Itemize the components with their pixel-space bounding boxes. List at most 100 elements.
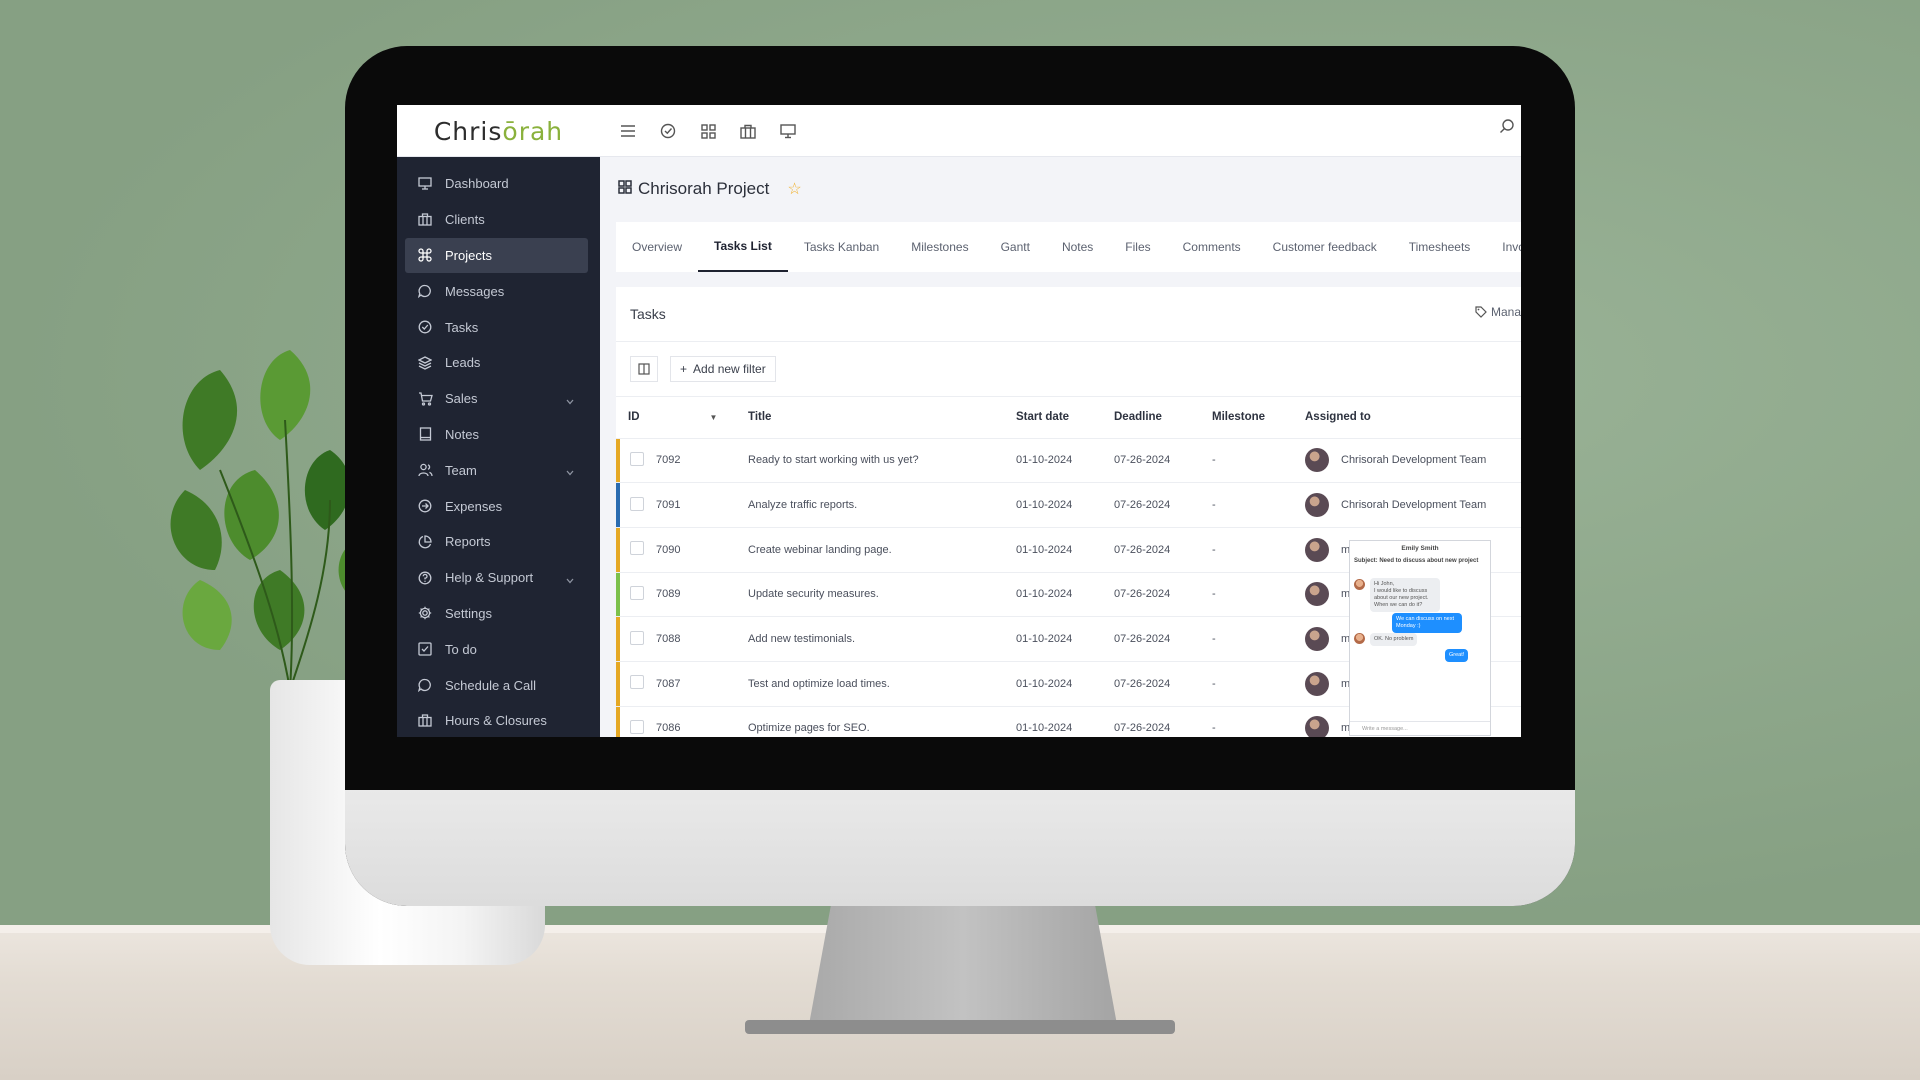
task-title[interactable]: Optimize pages for SEO.	[748, 706, 1016, 737]
sidebar-item-leads[interactable]: Leads	[405, 345, 588, 381]
monitor-icon[interactable]	[775, 118, 801, 144]
add-filter-button[interactable]: + Add new filter	[670, 356, 776, 382]
menu-icon[interactable]	[615, 118, 641, 144]
plus-icon: +	[680, 362, 688, 376]
sidebar-item-hours-closures[interactable]: Hours & Closures	[405, 703, 588, 737]
briefcase-icon	[417, 212, 433, 228]
chat-message-input[interactable]: Write a message...	[1350, 721, 1490, 735]
task-start-date: 01-10-2024	[1016, 482, 1114, 528]
tab-gantt[interactable]: Gantt	[985, 222, 1046, 272]
row-checkbox[interactable]	[630, 451, 644, 466]
task-title[interactable]: Update security measures.	[748, 572, 1016, 618]
row-checkbox[interactable]	[630, 541, 644, 556]
task-title[interactable]: Ready to start working with us yet?	[748, 438, 1016, 484]
briefcase-icon[interactable]	[735, 118, 761, 144]
row-checkbox[interactable]	[630, 585, 644, 600]
sidebar-item-clients[interactable]: Clients	[405, 202, 588, 238]
tab-comments[interactable]: Comments	[1167, 222, 1257, 272]
sidebar-item-notes[interactable]: Notes	[405, 417, 588, 453]
sidebar-item-projects[interactable]: Projects	[405, 237, 588, 274]
chevron-down-icon[interactable]	[566, 572, 576, 584]
sidebar-item-label: Reports	[445, 534, 491, 550]
avatar[interactable]	[1305, 671, 1329, 696]
tab-notes[interactable]: Notes	[1046, 222, 1109, 272]
avatar[interactable]	[1305, 627, 1329, 652]
task-id[interactable]: 7091	[651, 482, 748, 528]
task-start-date: 01-10-2024	[1016, 438, 1114, 484]
tab-tasks-list[interactable]: Tasks List	[698, 222, 788, 272]
row-checkbox[interactable]	[630, 675, 644, 690]
avatar[interactable]	[1305, 537, 1329, 562]
sidebar-item-label: Help & Support	[445, 570, 534, 586]
tab-timesheets[interactable]: Timesheets	[1393, 222, 1487, 272]
chevron-down-icon[interactable]	[566, 393, 576, 405]
row-checkbox[interactable]	[630, 496, 644, 511]
avatar[interactable]	[1305, 493, 1329, 518]
sidebar-item-messages[interactable]: Messages	[405, 273, 588, 309]
search-icon[interactable]	[1499, 118, 1521, 144]
column-header-id[interactable]: ID ▼	[620, 397, 748, 439]
tab-invoices[interactable]: Invoices	[1486, 222, 1521, 272]
tab-overview[interactable]: Overview	[616, 222, 698, 272]
logo-text: Chris	[433, 116, 503, 146]
task-title[interactable]: Create webinar landing page.	[748, 527, 1016, 573]
task-assignee[interactable]: Chrisorah Development Team	[1341, 499, 1486, 511]
sidebar-item-sales[interactable]: Sales	[405, 381, 588, 417]
sidebar-item-label: Settings	[445, 605, 492, 621]
avatar[interactable]	[1305, 716, 1329, 737]
column-header-id-label: ID	[628, 411, 640, 424]
column-header-milestone[interactable]: Milestone	[1212, 397, 1305, 439]
tab-milestones[interactable]: Milestones	[895, 222, 984, 272]
tab-files[interactable]: Files	[1109, 222, 1166, 272]
avatar[interactable]	[1305, 448, 1329, 473]
task-id[interactable]: 7089	[651, 572, 748, 618]
task-id[interactable]: 7090	[651, 527, 748, 573]
column-header-title[interactable]: Title	[748, 397, 1016, 439]
sidebar-item-team[interactable]: Team	[405, 452, 588, 488]
row-checkbox[interactable]	[630, 719, 644, 734]
task-start-date: 01-10-2024	[1016, 527, 1114, 573]
task-title[interactable]: Add new testimonials.	[748, 616, 1016, 662]
sidebar-item-label: Team	[445, 462, 477, 478]
logo[interactable]: Chrisōrah	[397, 105, 600, 157]
task-id[interactable]: 7087	[651, 661, 748, 707]
column-header-start-date[interactable]: Start date	[1016, 397, 1114, 439]
sidebar-item-to-do[interactable]: To do	[405, 631, 588, 667]
task-assignee-cell: Chrisorah Development Team	[1305, 438, 1521, 484]
app-screen: Chrisōrah Dashboard Clients Projects Messag…	[397, 105, 1521, 737]
tab-customer-feedback[interactable]: Customer feedback	[1257, 222, 1393, 272]
avatar[interactable]	[1305, 582, 1329, 607]
sidebar-item-settings[interactable]: Settings	[405, 596, 588, 632]
chevron-down-icon[interactable]	[566, 464, 576, 476]
star-icon[interactable]: ☆	[787, 179, 801, 199]
column-header-assigned[interactable]: Assigned to	[1305, 397, 1521, 439]
task-deadline: 07-26-2024	[1114, 527, 1212, 573]
table-row[interactable]: 7092 Ready to start working with us yet? 0…	[616, 438, 1521, 484]
sidebar-item-help-support[interactable]: Help & Support	[405, 560, 588, 596]
row-checkbox[interactable]	[630, 630, 644, 645]
sort-down-icon[interactable]: ▼	[710, 413, 718, 422]
table-row[interactable]: 7091 Analyze traffic reports. 01-10-2024 07…	[616, 482, 1521, 528]
chat-avatar	[1354, 579, 1365, 590]
task-assignee[interactable]: Chrisorah Development Team	[1341, 454, 1486, 466]
manage-labels-button[interactable]: Mana	[1475, 305, 1521, 319]
task-title[interactable]: Test and optimize load times.	[748, 661, 1016, 707]
sidebar-item-expenses[interactable]: Expenses	[405, 488, 588, 524]
top-toolbar	[615, 105, 801, 157]
sidebar-item-tasks[interactable]: Tasks	[405, 309, 588, 345]
manage-labels-text: Mana	[1490, 305, 1521, 319]
columns-toggle-button[interactable]	[630, 356, 658, 382]
task-id[interactable]: 7092	[651, 438, 748, 484]
sidebar-item-reports[interactable]: Reports	[405, 524, 588, 560]
task-milestone: -	[1212, 438, 1305, 484]
sidebar-item-schedule-a-call[interactable]: Schedule a Call	[405, 667, 588, 703]
task-id[interactable]: 7086	[651, 706, 748, 737]
check-circle-icon[interactable]	[655, 118, 681, 144]
task-id[interactable]: 7088	[651, 616, 748, 662]
tab-tasks-kanban[interactable]: Tasks Kanban	[788, 222, 895, 272]
column-header-deadline[interactable]: Deadline	[1114, 397, 1212, 439]
layers-icon	[417, 355, 433, 371]
sidebar-item-dashboard[interactable]: Dashboard	[405, 166, 588, 202]
grid-icon[interactable]	[695, 118, 721, 144]
task-title[interactable]: Analyze traffic reports.	[748, 482, 1016, 528]
